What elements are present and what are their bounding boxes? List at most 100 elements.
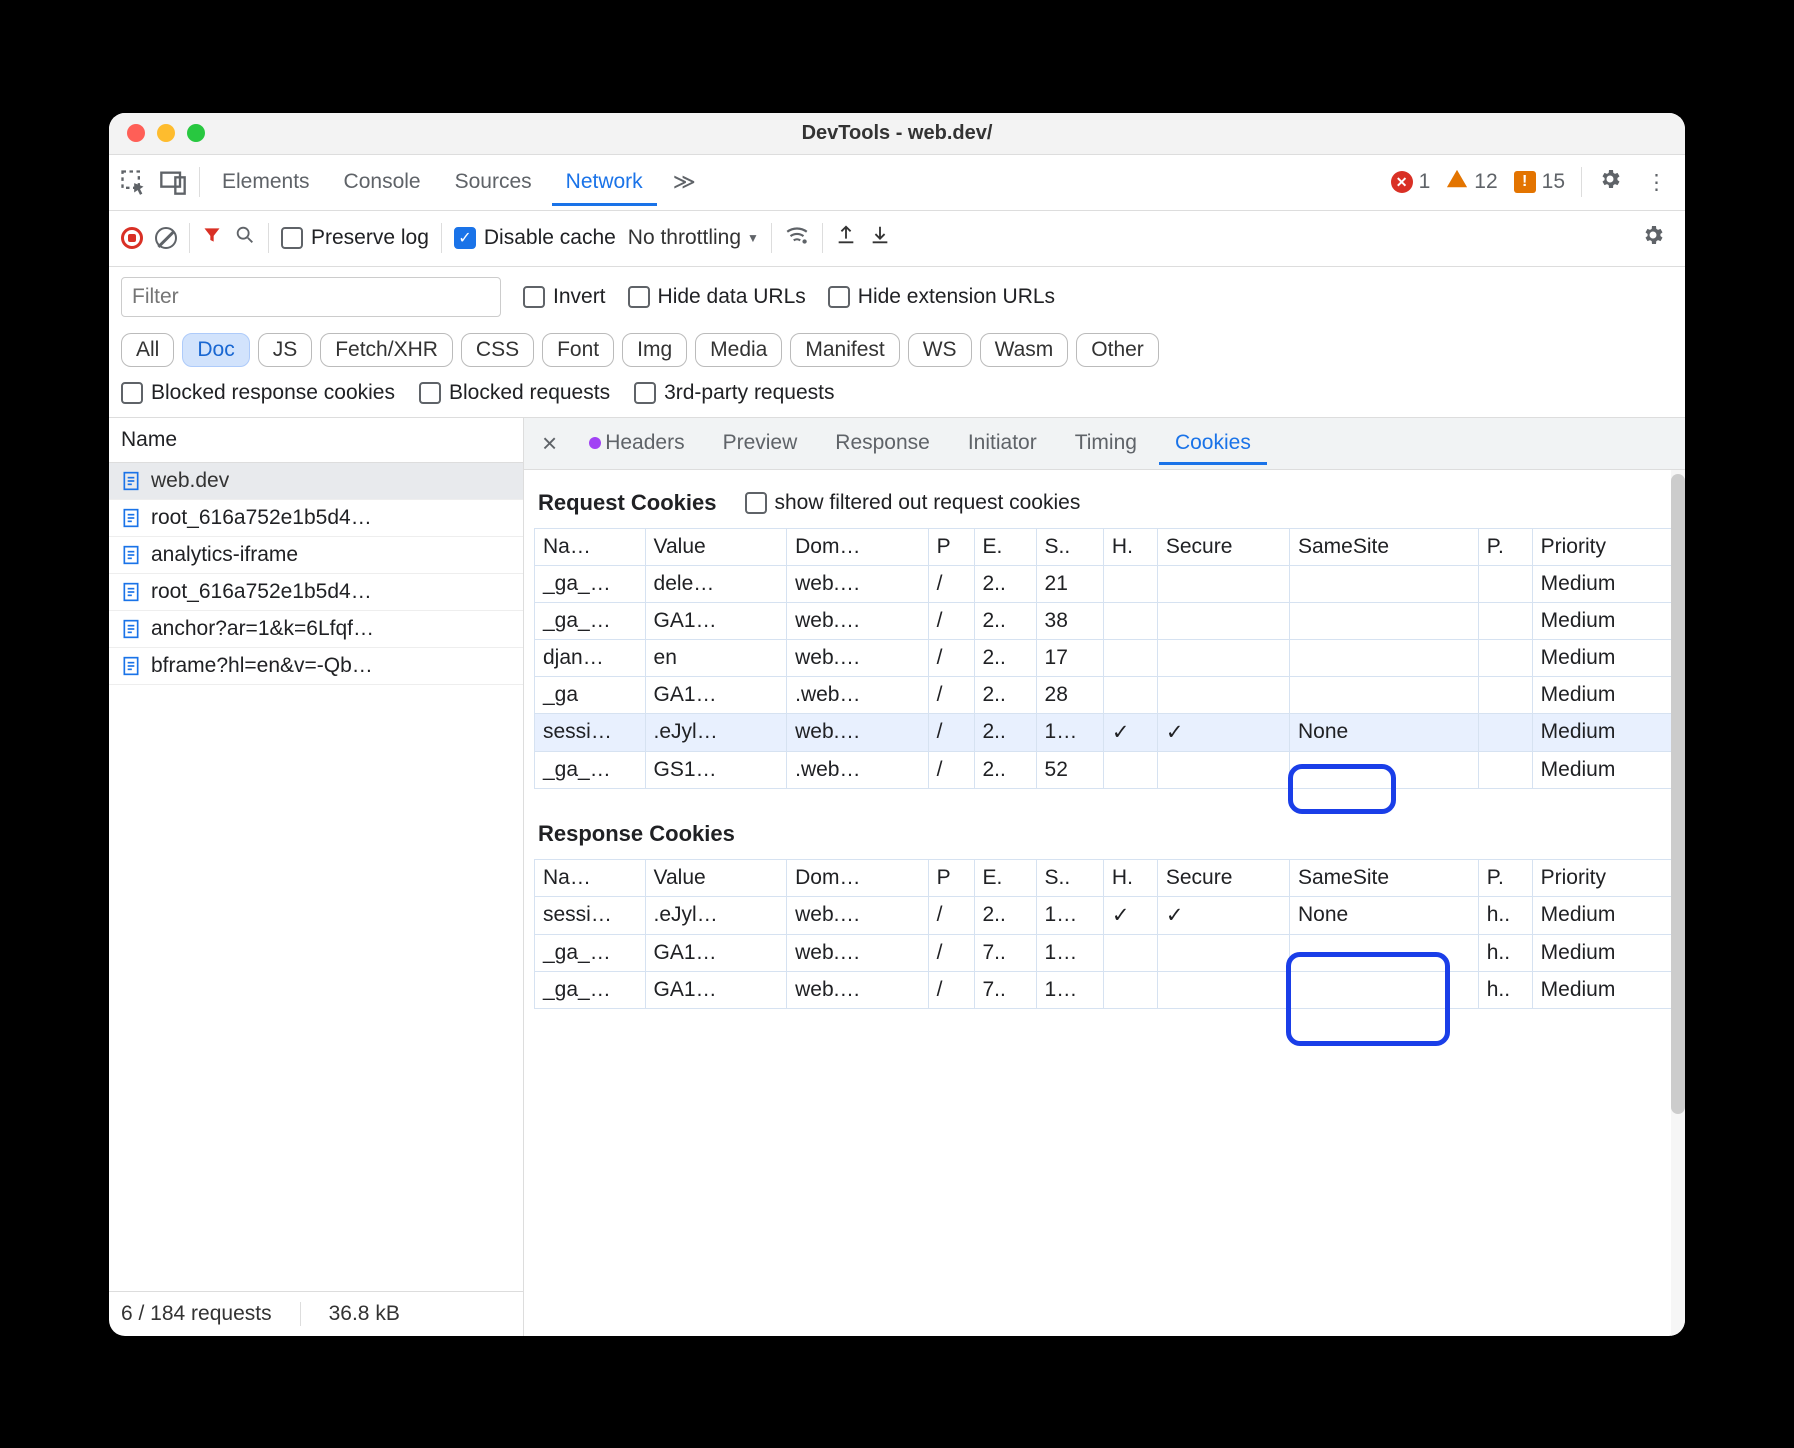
record-button[interactable]: [121, 227, 143, 249]
table-cell: [1478, 602, 1532, 639]
filter-row: Invert Hide data URLs Hide extension URL…: [109, 267, 1685, 327]
pill-img[interactable]: Img: [622, 333, 687, 367]
column-header[interactable]: SameSite: [1289, 859, 1478, 896]
search-icon[interactable]: [234, 224, 256, 252]
request-item[interactable]: root_616a752e1b5d4…: [109, 574, 523, 611]
column-header[interactable]: P: [928, 528, 974, 565]
column-header[interactable]: P: [928, 859, 974, 896]
request-item[interactable]: anchor?ar=1&k=6Lfqf…: [109, 611, 523, 648]
preserve-log-checkbox[interactable]: Preserve log: [281, 226, 429, 250]
network-conditions-icon[interactable]: [784, 222, 810, 254]
pill-css[interactable]: CSS: [461, 333, 534, 367]
column-header[interactable]: Secure: [1157, 859, 1289, 896]
pill-ws[interactable]: WS: [908, 333, 972, 367]
column-header[interactable]: E.: [974, 859, 1036, 896]
column-header[interactable]: Na…: [535, 859, 646, 896]
throttling-select[interactable]: No throttling ▼: [628, 226, 759, 250]
request-cookies-title: Request Cookies: [538, 490, 717, 516]
table-cell: None: [1289, 713, 1478, 751]
table-row[interactable]: _ga_…GS1….web…/2..52Medium: [535, 751, 1681, 788]
column-header[interactable]: SameSite: [1289, 528, 1478, 565]
table-row[interactable]: _gaGA1….web…/2..28Medium: [535, 676, 1681, 713]
table-row[interactable]: sessi….eJyl…web.…/2..1…✓✓NoneMedium: [535, 713, 1681, 751]
column-header[interactable]: Dom…: [787, 859, 929, 896]
filter-blocked-requests[interactable]: Blocked requests: [419, 381, 610, 405]
column-header[interactable]: Secure: [1157, 528, 1289, 565]
request-item[interactable]: analytics-iframe: [109, 537, 523, 574]
request-item[interactable]: bframe?hl=en&v=-Qb…: [109, 648, 523, 685]
issues-badge[interactable]: ! 15: [1514, 170, 1565, 194]
close-icon[interactable]: ×: [532, 428, 567, 459]
table-cell: dele…: [645, 565, 787, 602]
table-row[interactable]: djan…enweb.…/2..17Medium: [535, 639, 1681, 676]
column-header[interactable]: P.: [1478, 528, 1532, 565]
column-header[interactable]: H.: [1103, 528, 1157, 565]
disable-cache-checkbox[interactable]: ✓ Disable cache: [454, 226, 616, 250]
table-cell: _ga_…: [535, 565, 646, 602]
detail-tab-timing[interactable]: Timing: [1059, 421, 1153, 465]
detail-tab-initiator[interactable]: Initiator: [952, 421, 1053, 465]
scrollbar-thumb[interactable]: [1671, 474, 1685, 1114]
column-header[interactable]: Priority: [1532, 859, 1680, 896]
table-cell: _ga_…: [535, 602, 646, 639]
table-cell: Medium: [1532, 713, 1680, 751]
pill-js[interactable]: JS: [258, 333, 313, 367]
name-column-header[interactable]: Name: [109, 418, 523, 463]
warnings-badge[interactable]: 12: [1446, 168, 1497, 196]
errors-badge[interactable]: ✕ 1: [1391, 170, 1431, 194]
pill-doc[interactable]: Doc: [182, 333, 249, 367]
pill-other[interactable]: Other: [1076, 333, 1159, 367]
invert-checkbox[interactable]: Invert: [523, 285, 606, 309]
tab-console[interactable]: Console: [330, 158, 435, 206]
table-row[interactable]: _ga_…GA1…web.…/2..38Medium: [535, 602, 1681, 639]
table-row[interactable]: _ga_…dele…web.…/2..21Medium: [535, 565, 1681, 602]
column-header[interactable]: H.: [1103, 859, 1157, 896]
table-cell: web.…: [787, 713, 929, 751]
upload-har-icon[interactable]: [835, 224, 857, 252]
filter-3rd-party-requests[interactable]: 3rd-party requests: [634, 381, 834, 405]
network-settings-icon[interactable]: [1633, 223, 1673, 253]
pill-all[interactable]: All: [121, 333, 174, 367]
detail-tab-preview[interactable]: Preview: [707, 421, 814, 465]
column-header[interactable]: S..: [1036, 859, 1103, 896]
hide-data-urls-checkbox[interactable]: Hide data URLs: [628, 285, 806, 309]
filter-input[interactable]: [121, 277, 501, 317]
column-header[interactable]: Priority: [1532, 528, 1680, 565]
detail-tab-headers[interactable]: Headers: [573, 421, 700, 465]
transfer-size: 36.8 kB: [329, 1302, 400, 1326]
table-row[interactable]: sessi….eJyl…web.…/2..1…✓✓Noneh..Medium: [535, 896, 1681, 934]
device-toggle-icon[interactable]: [159, 168, 187, 196]
pill-fetch-xhr[interactable]: Fetch/XHR: [320, 333, 453, 367]
pill-manifest[interactable]: Manifest: [790, 333, 899, 367]
filter-toggle-icon[interactable]: [202, 225, 222, 251]
column-header[interactable]: S..: [1036, 528, 1103, 565]
pill-font[interactable]: Font: [542, 333, 614, 367]
kebab-menu-icon[interactable]: ⋮: [1638, 170, 1675, 195]
column-header[interactable]: P.: [1478, 859, 1532, 896]
pill-media[interactable]: Media: [695, 333, 782, 367]
pill-wasm[interactable]: Wasm: [980, 333, 1069, 367]
document-icon: [121, 656, 141, 676]
detail-tab-response[interactable]: Response: [819, 421, 946, 465]
column-header[interactable]: Na…: [535, 528, 646, 565]
hide-extension-urls-checkbox[interactable]: Hide extension URLs: [828, 285, 1055, 309]
table-row[interactable]: _ga_…GA1…web.…/7..1…h..Medium: [535, 971, 1681, 1008]
more-tabs-icon[interactable]: ≫: [665, 169, 704, 195]
column-header[interactable]: E.: [974, 528, 1036, 565]
request-item[interactable]: web.dev: [109, 463, 523, 500]
clear-button[interactable]: [155, 227, 177, 249]
tab-elements[interactable]: Elements: [208, 158, 324, 206]
tab-sources[interactable]: Sources: [441, 158, 546, 206]
request-item[interactable]: root_616a752e1b5d4…: [109, 500, 523, 537]
settings-icon[interactable]: [1590, 167, 1630, 197]
inspect-element-icon[interactable]: [119, 168, 147, 196]
detail-tab-cookies[interactable]: Cookies: [1159, 421, 1267, 465]
download-har-icon[interactable]: [869, 224, 891, 252]
column-header[interactable]: Value: [645, 528, 787, 565]
table-row[interactable]: _ga_…GA1…web.…/7..1…h..Medium: [535, 934, 1681, 971]
column-header[interactable]: Value: [645, 859, 787, 896]
column-header[interactable]: Dom…: [787, 528, 929, 565]
filter-blocked-response-cookies[interactable]: Blocked response cookies: [121, 381, 395, 405]
tab-network[interactable]: Network: [552, 158, 657, 206]
show-filtered-checkbox[interactable]: show filtered out request cookies: [745, 491, 1081, 515]
